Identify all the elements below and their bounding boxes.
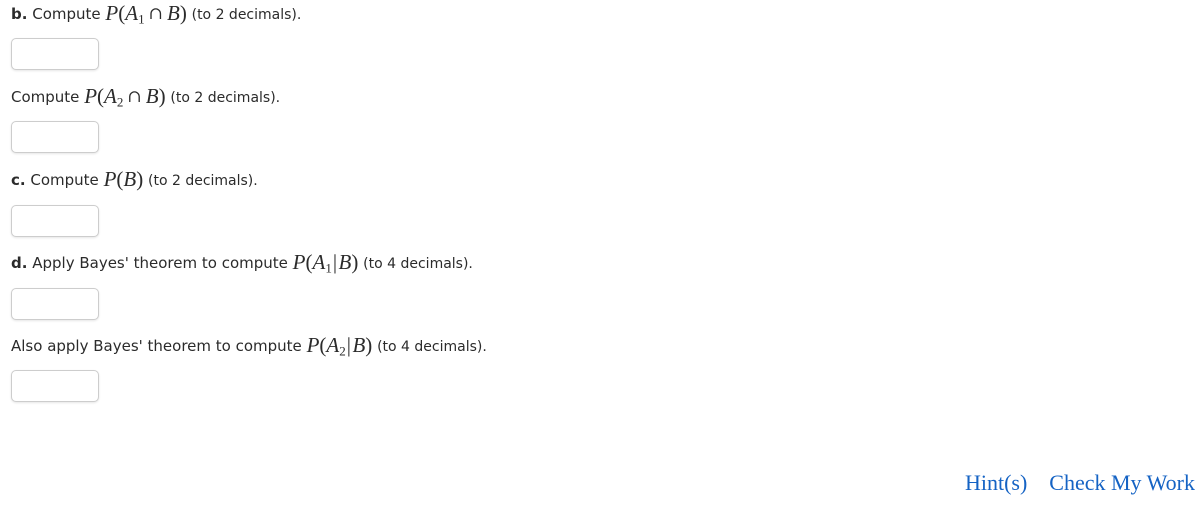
math-d2-var: A [326, 333, 340, 357]
math-p-a2-given-b: P(A2|B) [306, 333, 373, 359]
prompt-b2: Compute P(A2 ∩ B) (to 2 decimals). [11, 86, 281, 109]
math-p-a1-cap-b: P(A1 ∩ B) [105, 1, 187, 27]
math-b1-p: P [84, 84, 98, 108]
math-b0-close: ) [179, 1, 187, 25]
math-b1-var: A [104, 84, 117, 108]
prompt-b-tail: (to 2 decimals). [191, 7, 302, 23]
math-b0-sub: 1 [138, 11, 145, 27]
prompt-b-lead-text: Compute [32, 5, 101, 23]
math-d-close: ) [351, 250, 359, 274]
prompt-b-label: b. [11, 5, 28, 23]
math-c-close: ) [136, 167, 144, 191]
math-p-a2-cap-b: P(A2 ∩ B) [84, 84, 166, 109]
prompt-d2: Also apply Bayes' theorem to compute P(A… [11, 335, 487, 358]
prompt-d: d. Apply Bayes' theorem to compute P(A1|… [11, 252, 473, 275]
answer-input-d1[interactable] [11, 288, 99, 320]
prompt-b: b. Compute P(A1 ∩ B) (to 2 decimals). [11, 3, 302, 26]
math-c-var: B [123, 167, 137, 191]
math-d-p: P [292, 250, 306, 274]
prompt-d2-tail: (to 4 decimals). [377, 339, 487, 355]
math-p-a1-given-b: P(A1|B) [292, 250, 359, 276]
math-b1-op: ∩ [127, 87, 142, 107]
prompt-c-label: c. [11, 171, 26, 189]
prompt-d-label: d. [11, 254, 28, 272]
math-d2-close: ) [365, 333, 373, 357]
footer-links: Hint(s) Check My Work [965, 470, 1195, 496]
math-b0-var2: B [167, 1, 180, 25]
hints-link[interactable]: Hint(s) [965, 470, 1027, 496]
math-d2-sub: 2 [339, 343, 346, 359]
prompt-d-lead: Apply Bayes' theorem to compute [32, 254, 288, 272]
math-d-sub: 1 [325, 260, 332, 276]
math-b1-open: ( [97, 84, 105, 108]
prompt-d-tail: (to 4 decimals). [363, 256, 473, 272]
answer-input-c[interactable] [11, 205, 99, 237]
math-d2-var2: B [352, 333, 366, 357]
math-d2-p: P [306, 333, 320, 357]
math-b1-close: ) [158, 84, 166, 108]
answer-input-b2[interactable] [11, 121, 99, 153]
math-b0-p: P [105, 1, 119, 25]
prompt-d2-lead: Also apply Bayes' theorem to compute [11, 337, 302, 355]
prompt-c: c. Compute P(B) (to 2 decimals). [11, 169, 258, 190]
math-d-var2: B [338, 250, 352, 274]
math-d-op: | [332, 250, 338, 274]
math-b1-var2: B [145, 84, 159, 108]
answer-input-b1[interactable] [11, 38, 99, 70]
prompt-b2-tail: (to 2 decimals). [170, 90, 281, 106]
answer-input-d2[interactable] [11, 370, 99, 402]
math-c-p: P [103, 167, 117, 191]
check-my-work-link[interactable]: Check My Work [1049, 470, 1195, 496]
math-d-var: A [312, 250, 326, 274]
math-b0-var: A [125, 1, 139, 25]
math-p-b: P(B) [104, 167, 144, 191]
prompt-c-tail: (to 2 decimals). [148, 173, 258, 189]
question-page: b. Compute P(A1 ∩ B) (to 2 decimals). Comp… [0, 0, 1203, 526]
prompt-c-lead: Compute [30, 171, 99, 189]
prompt-b2-lead: Compute [11, 88, 80, 106]
math-b0-op: ∩ [148, 4, 163, 24]
